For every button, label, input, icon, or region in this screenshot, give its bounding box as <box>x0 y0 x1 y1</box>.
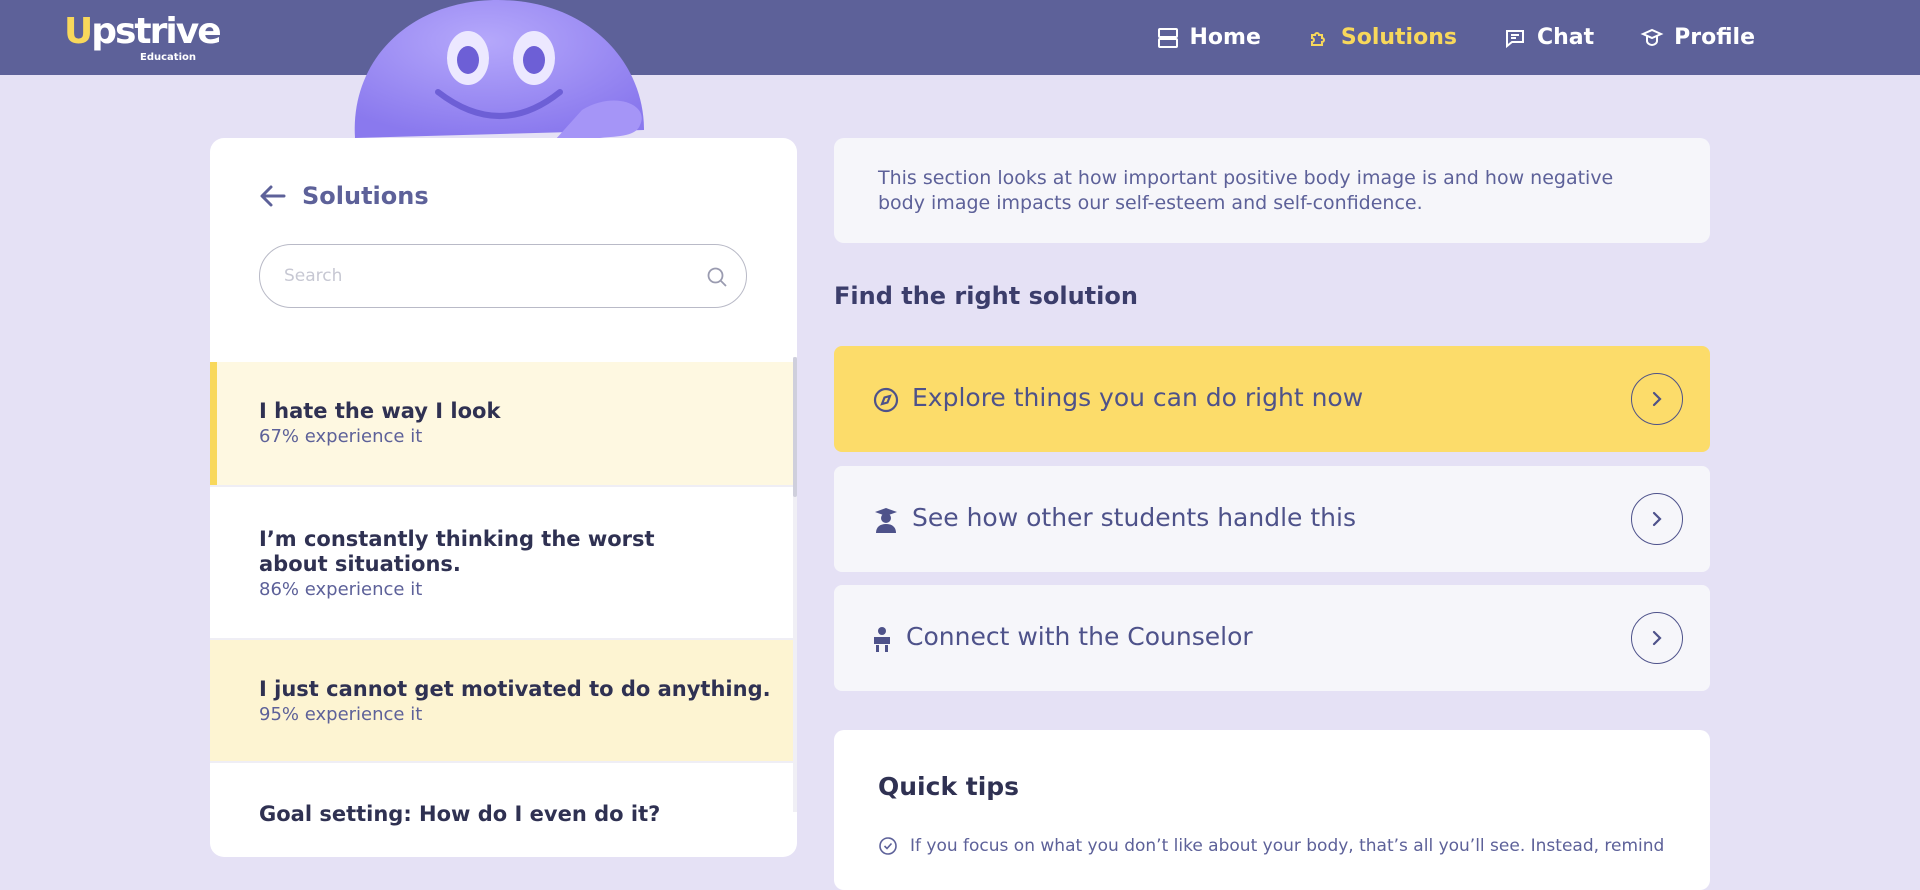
graduate-icon <box>1640 28 1664 46</box>
solutions-list: I hate the way I look 67% experience it … <box>210 362 794 857</box>
logo-wordmark: Upstrive <box>64 11 222 52</box>
counselor-arrow-button[interactable] <box>1631 612 1683 664</box>
top-navigation-bar: Upstrive Education Home Solutions Chat P… <box>0 0 1920 75</box>
solutions-panel: Solutions I hate the way I look 67% expe… <box>210 138 797 857</box>
counselor-icon <box>874 627 890 652</box>
find-solution-heading: Find the right solution <box>834 282 1138 310</box>
back-label: Solutions <box>302 182 429 210</box>
search-input[interactable] <box>284 261 684 291</box>
section-description: This section looks at how important posi… <box>834 138 1710 243</box>
nav-solutions-label: Solutions <box>1340 25 1457 50</box>
quick-tips-title: Quick tips <box>878 772 1020 801</box>
explore-option[interactable]: Explore things you can do right now <box>834 346 1710 452</box>
nav-home-label: Home <box>1189 25 1261 50</box>
nav-chat-label: Chat <box>1536 25 1595 50</box>
list-item-title: I just cannot get motivated to do anythi… <box>259 677 771 701</box>
home-icon <box>1157 27 1178 48</box>
list-item-title: I’m constantly thinking the worst about … <box>259 527 655 576</box>
counselor-option-label: Connect with the Counselor <box>906 622 1253 651</box>
search-icon[interactable] <box>706 266 728 288</box>
list-item-stat: 86% experience it <box>259 579 423 600</box>
students-option-label: See how other students handle this <box>912 503 1356 532</box>
scrollbar-thumb[interactable] <box>793 357 797 497</box>
list-item[interactable]: I hate the way I look 67% experience it <box>210 362 794 487</box>
chat-icon <box>1505 29 1524 48</box>
quick-tips-card: Quick tips If you focus on what you don’… <box>834 730 1710 890</box>
explore-option-label: Explore things you can do right now <box>912 383 1364 412</box>
nav-chat[interactable]: Chat <box>1503 25 1594 50</box>
counselor-option[interactable]: Connect with the Counselor <box>834 585 1710 691</box>
nav-home[interactable]: Home <box>1156 25 1261 50</box>
nav-profile[interactable]: Profile <box>1640 25 1755 50</box>
explore-arrow-button[interactable] <box>1631 373 1683 425</box>
chevron-right-icon <box>1652 511 1662 527</box>
list-item[interactable]: Goal setting: How do I even do it? <box>210 763 794 857</box>
list-item-stat: 67% experience it <box>259 426 423 447</box>
students-option[interactable]: See how other students handle this <box>834 466 1710 572</box>
arrow-left-icon <box>260 185 286 207</box>
compass-icon <box>873 387 899 413</box>
list-scrollbar[interactable] <box>793 357 797 812</box>
list-item-stat: 95% experience it <box>259 704 423 725</box>
list-item[interactable]: I’m constantly thinking the worst about … <box>210 487 794 640</box>
chevron-right-icon <box>1652 391 1662 407</box>
student-icon <box>875 508 897 533</box>
search-box <box>259 244 747 308</box>
mascot-illustration <box>354 0 644 150</box>
tip-text: If you focus on what you don’t like abou… <box>910 836 1665 856</box>
check-circle-icon <box>879 837 897 855</box>
back-button[interactable]: Solutions <box>258 181 429 211</box>
list-item-title: Goal setting: How do I even do it? <box>259 802 661 826</box>
upstrive-logo[interactable]: Upstrive Education <box>64 10 222 66</box>
nav-profile-label: Profile <box>1674 25 1755 50</box>
list-item[interactable]: I just cannot get motivated to do anythi… <box>210 640 794 763</box>
main-nav: Home Solutions Chat Profile <box>1156 0 1755 75</box>
tip-item: If you focus on what you don’t like abou… <box>878 834 1678 858</box>
puzzle-icon <box>1310 31 1325 46</box>
logo-subtitle: Education <box>140 52 196 63</box>
students-arrow-button[interactable] <box>1631 493 1683 545</box>
list-item-title: I hate the way I look <box>259 399 501 423</box>
chevron-right-icon <box>1652 630 1662 646</box>
nav-solutions[interactable]: Solutions <box>1307 25 1457 50</box>
